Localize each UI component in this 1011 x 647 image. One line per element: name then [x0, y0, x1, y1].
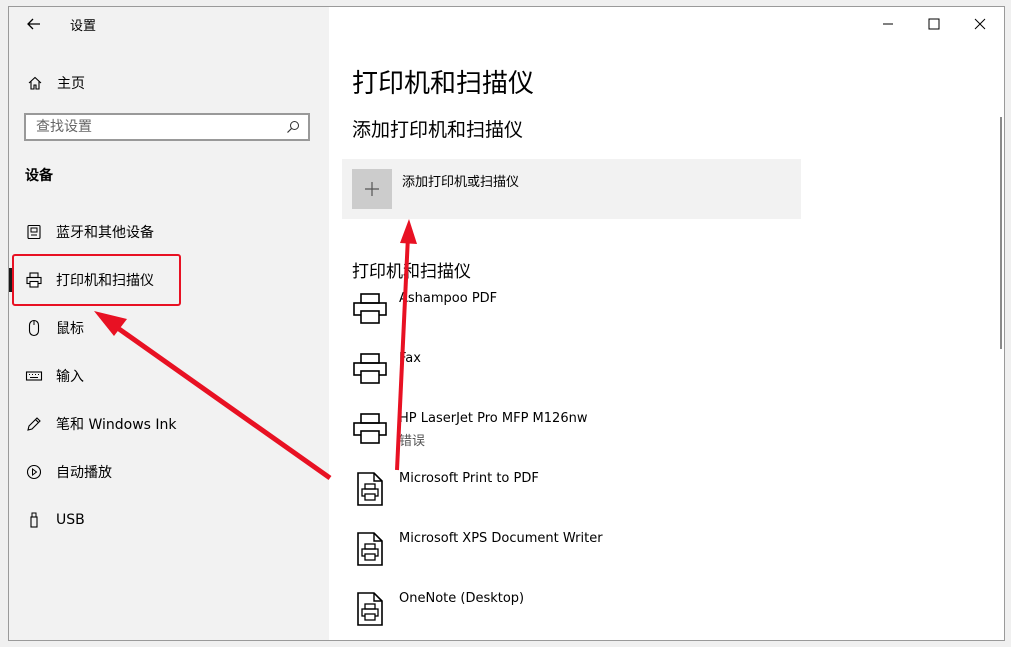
- sidebar-item-label: USB: [56, 512, 85, 528]
- keyboard-icon: [25, 366, 43, 386]
- printer-item-fax[interactable]: Fax: [342, 343, 801, 403]
- printer-name: HP LaserJet Pro MFP M126nw: [399, 411, 588, 426]
- search-box[interactable]: [24, 113, 310, 141]
- add-section-title: 添加打印机和扫描仪: [352, 119, 524, 141]
- printer-name: Fax: [399, 351, 421, 366]
- document-printer-icon: [357, 532, 383, 566]
- autoplay-icon: [25, 462, 43, 482]
- search-input[interactable]: [26, 115, 276, 139]
- minimize-icon: [883, 23, 893, 25]
- home-label: 主页: [57, 76, 85, 92]
- close-button[interactable]: [957, 9, 1003, 39]
- mouse-icon: [25, 318, 43, 338]
- annotation-highlight-box: [12, 254, 181, 306]
- home-link[interactable]: 主页: [27, 71, 85, 95]
- printer-item-onenote[interactable]: OneNote (Desktop): [342, 583, 801, 640]
- sidebar-item-usb[interactable]: USB: [9, 500, 329, 540]
- sidebar-item-label: 自动播放: [56, 465, 112, 481]
- sidebar-item-bluetooth[interactable]: 蓝牙和其他设备: [9, 212, 329, 252]
- back-arrow-icon: [27, 18, 40, 30]
- printer-name: Ashampoo PDF: [399, 291, 498, 306]
- printer-item-hp-laserjet[interactable]: HP LaserJet Pro MFP M126nw 错误: [342, 403, 801, 463]
- printer-name: OneNote (Desktop): [399, 591, 525, 606]
- printer-icon: [353, 413, 387, 444]
- sidebar-item-mouse[interactable]: 鼠标: [9, 308, 329, 348]
- printer-name: Microsoft Print to PDF: [399, 471, 539, 486]
- sidebar-item-autoplay[interactable]: 自动播放: [9, 452, 329, 492]
- close-icon: [974, 18, 986, 30]
- add-printer-button[interactable]: 添加打印机或扫描仪: [342, 159, 801, 219]
- page-title: 打印机和扫描仪: [352, 69, 535, 99]
- app-title: 设置: [70, 19, 97, 34]
- bluetooth-devices-icon: [25, 222, 43, 242]
- sidebar-item-label: 蓝牙和其他设备: [56, 225, 154, 241]
- maximize-button[interactable]: [911, 9, 957, 39]
- document-printer-icon: [357, 592, 383, 626]
- sidebar-item-typing[interactable]: 输入: [9, 356, 329, 396]
- printer-icon: [353, 353, 387, 384]
- maximize-icon: [928, 18, 940, 30]
- back-button[interactable]: [23, 13, 45, 35]
- sidebar-item-pen[interactable]: 笔和 Windows Ink: [9, 404, 329, 444]
- printer-item-ms-xps-writer[interactable]: Microsoft XPS Document Writer: [342, 523, 801, 583]
- main-content: 打印机和扫描仪 添加打印机和扫描仪 添加打印机或扫描仪 打印机和扫描仪 Asha…: [329, 7, 1004, 640]
- plus-icon: [352, 169, 392, 209]
- document-printer-icon: [357, 472, 383, 506]
- printer-name: Microsoft XPS Document Writer: [399, 531, 603, 546]
- section-title: 设备: [25, 168, 53, 184]
- sidebar: 设置 主页 设备 蓝牙和其他设备: [9, 7, 329, 640]
- sidebar-item-label: 笔和 Windows Ink: [56, 417, 177, 433]
- settings-window: 设置 主页 设备 蓝牙和其他设备: [8, 6, 1005, 641]
- minimize-button[interactable]: [865, 9, 911, 39]
- home-icon: [28, 76, 42, 90]
- search-icon: [287, 121, 299, 133]
- usb-icon: [25, 510, 43, 530]
- printer-status: 错误: [399, 434, 426, 449]
- printer-item-ms-print-to-pdf[interactable]: Microsoft Print to PDF: [342, 463, 801, 523]
- printer-list-title: 打印机和扫描仪: [352, 262, 471, 282]
- sidebar-item-label: 鼠标: [56, 321, 84, 337]
- add-printer-label: 添加打印机或扫描仪: [402, 175, 520, 190]
- printer-list: Ashampoo PDF Fax HP LaserJet Pro MFP M12…: [342, 283, 801, 640]
- printer-item-ashampoo[interactable]: Ashampoo PDF: [342, 283, 801, 343]
- sidebar-item-label: 输入: [56, 369, 84, 385]
- pen-icon: [25, 414, 43, 434]
- printer-icon: [353, 293, 387, 324]
- scrollbar[interactable]: [1000, 117, 1002, 349]
